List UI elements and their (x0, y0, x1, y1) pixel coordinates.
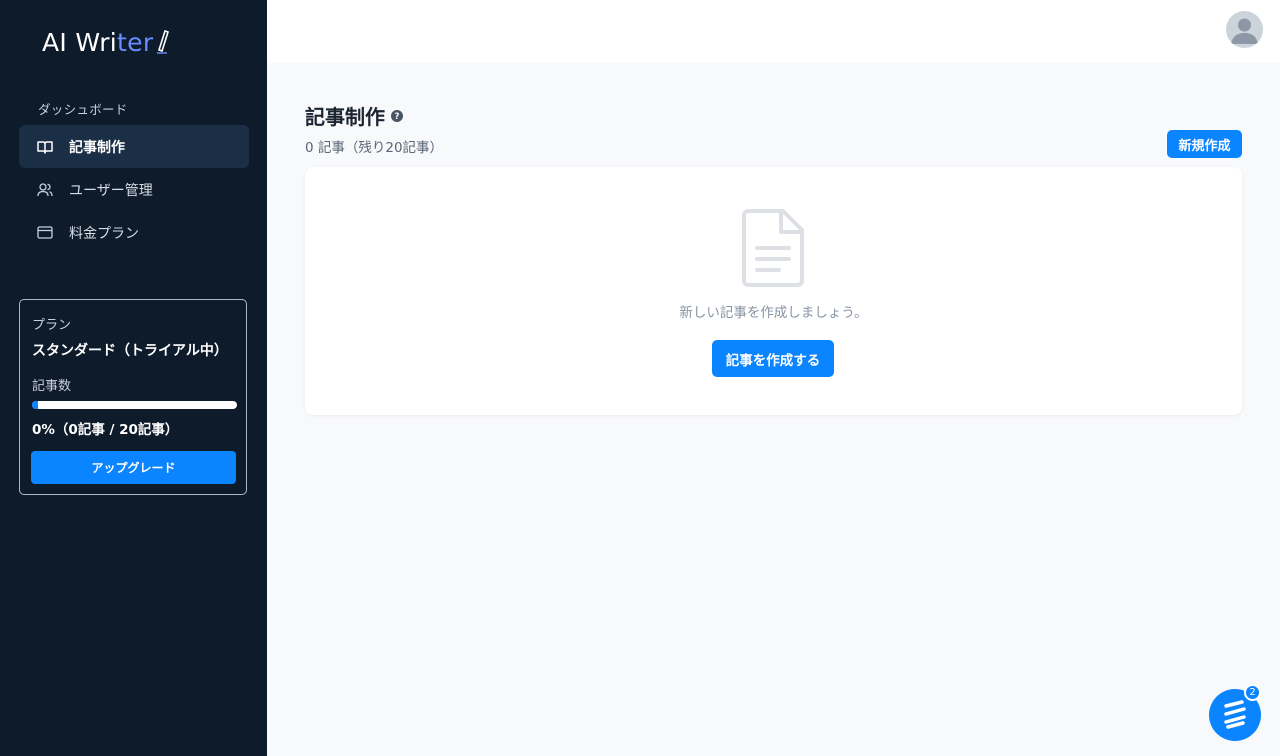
sidebar-item-label: 記事制作 (69, 139, 125, 156)
avatar[interactable] (1226, 11, 1263, 48)
sidebar-item-users[interactable]: ユーザー管理 (19, 168, 249, 211)
create-article-button[interactable]: 記事を作成する (712, 340, 834, 377)
empty-state-message: 新しい記事を作成しましょう。 (679, 305, 868, 321)
svg-text:?: ? (395, 112, 400, 122)
notification-badge: 2 (1244, 684, 1261, 701)
article-count-subtitle: 0 記事（残り20記事） (305, 140, 444, 156)
document-icon (742, 209, 804, 287)
new-article-button[interactable]: 新規作成 (1167, 130, 1242, 158)
sidebar-item-articles[interactable]: 記事制作 (19, 125, 249, 168)
credit-card-icon (36, 224, 54, 242)
progress-text: 0%（0記事 / 20記事） (32, 422, 179, 438)
user-avatar-icon (1231, 18, 1258, 44)
pencil-icon (157, 29, 170, 54)
logo-text-main: AI Wri (42, 27, 118, 57)
upgrade-button[interactable]: アップグレード (31, 451, 236, 484)
chat-logo-icon (1224, 700, 1246, 729)
plan-card: プラン スタンダード（トライアル中） 記事数 0%（0記事 / 20記事） アッ… (19, 299, 247, 495)
book-open-icon (36, 138, 54, 156)
logo-text-accent: ter (117, 27, 154, 57)
app-logo[interactable]: AI Wri ter (42, 26, 171, 58)
sidebar: AI Wri ter ダッシュボード 記事制作 ユーザー管理 料金プラン プラン … (0, 0, 267, 756)
sidebar-item-pricing[interactable]: 料金プラン (19, 211, 249, 254)
page-title-text: 記事制作 (305, 105, 385, 129)
help-icon[interactable]: ? (391, 109, 403, 122)
sidebar-item-label: 料金プラン (69, 225, 139, 242)
progress-fill (32, 401, 39, 409)
nav-section-label: ダッシュボード (38, 102, 128, 117)
users-icon (36, 181, 54, 199)
sidebar-item-label: ユーザー管理 (69, 182, 153, 199)
article-usage-progress (32, 401, 237, 409)
empty-state-card: 新しい記事を作成しましょう。 記事を作成する (305, 167, 1242, 415)
plan-label: プラン (32, 318, 72, 333)
page-title: 記事制作 ? (305, 101, 403, 130)
top-bar (267, 0, 1280, 63)
article-count-label: 記事数 (32, 379, 72, 394)
plan-name: スタンダード（トライアル中） (32, 343, 228, 359)
